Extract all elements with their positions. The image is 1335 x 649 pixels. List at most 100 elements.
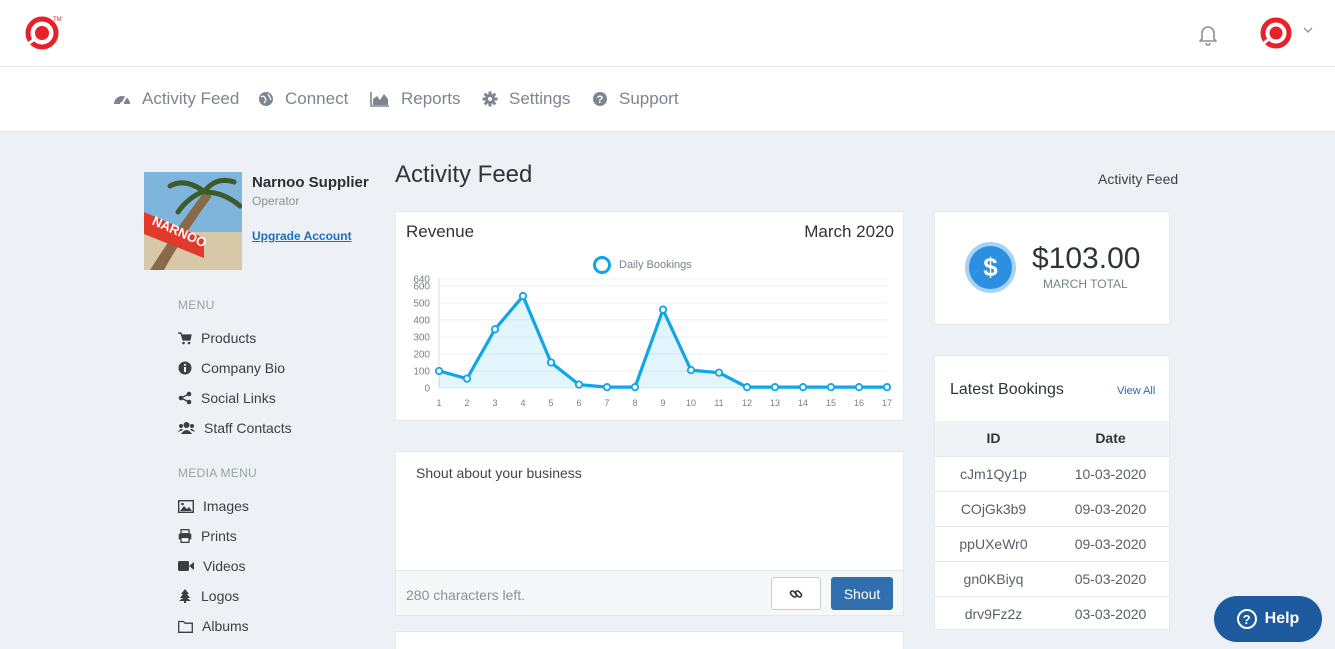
booking-date: 05-03-2020 [1074, 571, 1147, 587]
dashboard-icon [114, 96, 130, 106]
menu-item-label: Videos [203, 558, 246, 574]
chart-legend[interactable]: Daily Bookings [593, 256, 692, 274]
profile-image: NARNOO [144, 172, 242, 270]
menu-item-company-bio[interactable]: Company Bio [178, 360, 285, 376]
booking-id: gn0KBiyq [963, 571, 1024, 587]
menu-item-label: Logos [201, 588, 240, 604]
table-row[interactable]: gn0KBiyq 05-03-2020 [935, 561, 1169, 596]
y-tick-label: 300 [413, 332, 430, 343]
menu-item-social-links[interactable]: Social Links [178, 390, 276, 406]
revenue-chart: 01002003004005006006401 2 3 4 5 6 7 8 9 10 11 12 13 1… [413, 275, 892, 409]
shout-textarea[interactable]: Shout about your business [416, 465, 582, 481]
menu-item-videos[interactable]: Videos [178, 558, 246, 574]
x-tick-label: 12 [742, 398, 752, 408]
y-tick-label: 0 [424, 384, 430, 395]
page-title: Activity Feed [395, 161, 533, 188]
x-tick-label: 9 [660, 398, 665, 408]
x-tick-label: 3 [492, 398, 497, 408]
chars-left-counter: 280 characters left. [406, 587, 526, 603]
menu-item-label: Staff Contacts [204, 420, 292, 436]
nav-label: Settings [509, 89, 571, 108]
legend-marker [593, 256, 611, 274]
x-tick-label: 15 [826, 398, 836, 408]
globe-icon [259, 92, 273, 106]
media-menu-title: MEDIA MENU [178, 466, 258, 480]
users-icon [178, 422, 195, 434]
breadcrumb: Activity Feed [1098, 171, 1179, 187]
bell-icon[interactable] [1196, 22, 1220, 46]
table-row[interactable]: cJm1Qy1p 10-03-2020 [935, 456, 1169, 491]
menu-item-label: Company Bio [201, 360, 286, 376]
menu-item-images[interactable]: Images [178, 498, 249, 514]
menu-item-label: Products [201, 330, 257, 346]
data-point [434, 366, 444, 376]
nav-label: Connect [285, 89, 349, 108]
attach-link-button[interactable] [771, 577, 821, 610]
y-tick-label: 100 [413, 366, 430, 377]
shout-button[interactable]: Shout [831, 577, 893, 610]
main-nav: Activity Feed Connect Reports Settings ? [0, 67, 1335, 132]
revenue-period: March 2020 [804, 222, 894, 241]
y-tick-label: 200 [413, 349, 430, 360]
menu-title: MENU [178, 298, 215, 312]
menu-item-staff-contacts[interactable]: Staff Contacts [178, 420, 292, 436]
revenue-title: Revenue [406, 222, 475, 241]
x-tick-label: 16 [854, 398, 864, 408]
total-label: MARCH TOTAL [1043, 277, 1128, 291]
area-chart-icon [370, 92, 389, 107]
nav-settings[interactable]: Settings [482, 88, 570, 110]
menu-item-products[interactable]: Products [178, 330, 256, 346]
data-point [546, 358, 556, 367]
print-icon [178, 529, 192, 543]
profile-role: Operator [252, 194, 300, 208]
data-point [574, 380, 584, 389]
menu-item-logos[interactable]: Logos [178, 588, 239, 604]
nav-label: Activity Feed [142, 89, 240, 108]
nav-label: Support [619, 89, 679, 108]
x-tick-label: 11 [714, 398, 723, 408]
menu-item-albums[interactable]: Albums [178, 618, 249, 634]
x-tick-label: 2 [464, 398, 469, 408]
nav-label: Reports [401, 89, 461, 108]
column-header-id: ID [986, 430, 1001, 446]
booking-date: 10-03-2020 [1074, 466, 1147, 482]
image-icon [178, 499, 194, 513]
booking-id: ppUXeWr0 [959, 536, 1028, 552]
nav-activity-feed[interactable]: Activity Feed [113, 88, 239, 110]
nav-reports[interactable]: Reports [370, 88, 461, 110]
x-tick-label: 10 [686, 398, 696, 408]
menu-item-label: Prints [201, 528, 237, 544]
upgrade-account-link[interactable]: Upgrade Account [252, 229, 352, 243]
narnoo-logo-icon[interactable]: TM [24, 14, 64, 50]
menu-item-label: Albums [202, 618, 249, 634]
column-header-date: Date [1095, 430, 1126, 446]
top-bar: TM [0, 0, 1335, 67]
booking-id: COjGk3b9 [960, 501, 1027, 517]
view-all-link[interactable]: View All [1117, 385, 1155, 397]
table-row[interactable]: ppUXeWr0 09-03-2020 [935, 526, 1169, 561]
data-point [826, 383, 836, 392]
x-tick-label: 8 [632, 398, 637, 408]
shout-footer: 280 characters left. Shout [396, 570, 903, 615]
data-point [882, 383, 892, 392]
x-tick-label: 5 [548, 398, 553, 408]
help-button[interactable]: ? Help [1214, 596, 1322, 642]
revenue-card: Revenue March 2020 Daily Bookings 0 100 20… [395, 211, 904, 421]
user-menu-avatar[interactable] [1258, 16, 1294, 50]
data-point [490, 325, 500, 334]
table-row[interactable]: drv9Fz2z 03-03-2020 [935, 596, 1169, 631]
nav-connect[interactable]: Connect [258, 88, 348, 110]
help-label: Help [1264, 610, 1300, 627]
x-tick-label: 7 [604, 398, 609, 408]
nav-support[interactable]: ? Support [592, 88, 679, 110]
data-point [770, 383, 780, 392]
chevron-down-icon[interactable] [1302, 24, 1314, 36]
data-point [798, 383, 808, 392]
legend-label: Daily Bookings [619, 259, 692, 271]
menu-item-label: Social Links [201, 390, 276, 406]
shout-card: Shout about your business 280 characters… [395, 451, 904, 616]
video-icon [178, 561, 194, 571]
menu-item-prints[interactable]: Prints [178, 528, 237, 544]
table-row[interactable]: COjGk3b9 09-03-2020 [935, 491, 1169, 526]
booking-date: 09-03-2020 [1074, 536, 1147, 552]
